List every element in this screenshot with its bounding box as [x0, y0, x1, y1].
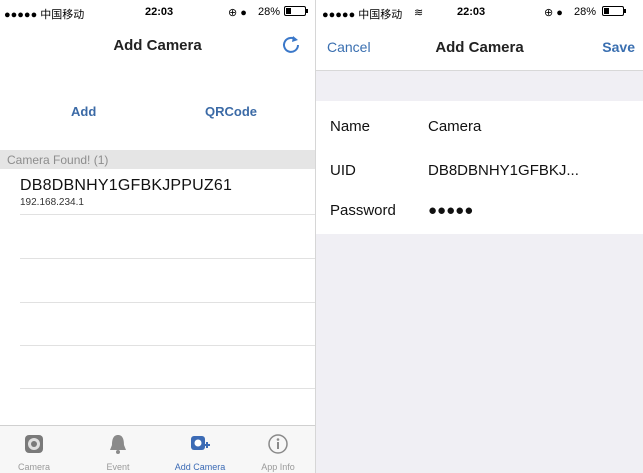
status-bar: ●●●●● 中国移动 ≋ 22:03 ⊕ ● 28%: [316, 0, 643, 22]
tab-app-info[interactable]: App Info: [248, 426, 308, 473]
status-bar: ●●●●● 中国移动 22:03 ⊕ ● 28%: [0, 0, 315, 22]
tab-label: Add Camera: [174, 462, 226, 472]
save-button[interactable]: Save: [602, 39, 635, 55]
tab-label: Camera: [17, 462, 50, 472]
device-ip: 192.168.234.1: [20, 197, 84, 208]
page-title: Add Camera: [113, 37, 202, 54]
right-screen: ●●●●● 中国移动 ≋ 22:03 ⊕ ● 28% Cancel Add Ca…: [315, 0, 643, 473]
uid-field[interactable]: DB8DBNHY1GFBKJ...: [428, 162, 579, 179]
left-screen: ●●●●● 中国移动 22:03 ⊕ ● 28% Add Camera Add …: [0, 0, 315, 473]
info-icon: [268, 434, 288, 454]
battery-icon: [602, 6, 626, 16]
battery-icon: [284, 6, 308, 16]
uid-label: UID: [330, 162, 356, 179]
time-label: 22:03: [457, 6, 486, 18]
password-field[interactable]: ●●●●●: [428, 202, 473, 219]
wifi-icon: ≋: [414, 7, 424, 19]
tab-camera[interactable]: Camera: [4, 426, 64, 473]
divider: [20, 345, 315, 346]
uid-row[interactable]: UID DB8DBNHY1GFBKJ...: [316, 150, 643, 190]
name-field[interactable]: Camera: [428, 118, 481, 135]
nav-bar: Add Camera: [0, 22, 315, 68]
qrcode-button[interactable]: QRCode: [205, 104, 257, 119]
tab-event[interactable]: Event: [88, 426, 148, 473]
device-uid: DB8DBNHY1GFBKJPPUZ61: [20, 177, 233, 194]
name-row[interactable]: Name Camera: [316, 106, 643, 146]
list-item[interactable]: DB8DBNHY1GFBKJPPUZ61 192.168.234.1: [20, 177, 315, 208]
alarm-icon: ⊕ ●: [228, 7, 247, 19]
refresh-icon[interactable]: [281, 34, 301, 54]
password-row[interactable]: Password ●●●●●: [316, 190, 643, 230]
tab-bar: Camera Event Add Camera App Info: [0, 425, 315, 473]
add-button[interactable]: Add: [71, 104, 96, 119]
carrier-label: ●●●●● 中国移动: [322, 9, 403, 21]
divider: [20, 214, 315, 215]
tab-label: Event: [106, 462, 130, 472]
camera-icon: [25, 435, 43, 453]
divider: [20, 258, 315, 259]
page-title: Add Camera: [435, 39, 524, 56]
alarm-icon: ⊕ ●: [544, 7, 563, 19]
name-label: Name: [330, 118, 371, 135]
section-header: Camera Found! (1): [0, 150, 315, 169]
divider: [20, 302, 315, 303]
nav-bar: Cancel Add Camera Save: [316, 22, 643, 71]
tab-add-camera[interactable]: Add Camera: [170, 426, 230, 473]
camera-form: Name Camera UID DB8DBNHY1GFBKJ... Passwo…: [316, 101, 643, 234]
bell-icon: [110, 435, 126, 454]
carrier-label: ●●●●● 中国移动: [4, 9, 85, 21]
battery-percent: 28%: [574, 6, 597, 18]
tab-label: App Info: [261, 462, 295, 472]
add-camera-icon: [191, 436, 210, 450]
section-header-label: Camera Found! (1): [7, 153, 109, 167]
action-row: Add QRCode: [0, 104, 315, 128]
time-label: 22:03: [145, 6, 174, 18]
divider: [20, 388, 315, 389]
password-label: Password: [330, 202, 396, 219]
battery-percent: 28%: [258, 6, 281, 18]
